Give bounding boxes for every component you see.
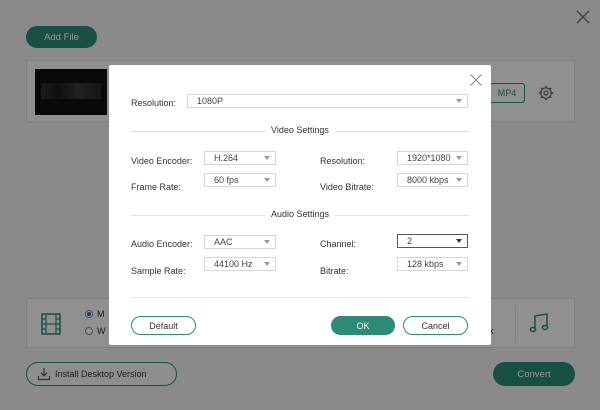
- frame-rate-value: 60 fps: [214, 175, 239, 185]
- audio-encoder-label: Audio Encoder:: [131, 239, 193, 249]
- bitrate-select[interactable]: 128 kbps: [397, 257, 468, 271]
- frame-rate-label: Frame Rate:: [131, 182, 182, 192]
- video-encoder-select[interactable]: H.264: [204, 151, 276, 165]
- dialog-divider: [131, 297, 469, 298]
- default-button[interactable]: Default: [131, 316, 196, 335]
- video-encoder-label: Video Encoder:: [131, 156, 193, 166]
- video-resolution-value: 1920*1080: [407, 153, 451, 163]
- video-encoder-value: H.264: [214, 153, 239, 163]
- chevron-down-icon: [264, 240, 270, 244]
- resolution-value: 1080P: [197, 96, 224, 106]
- chevron-down-icon: [456, 262, 462, 266]
- audio-settings-header: Audio Settings: [131, 209, 469, 221]
- video-resolution-select[interactable]: 1920*1080: [397, 151, 468, 165]
- video-bitrate-label: Video Bitrate:: [320, 182, 374, 192]
- chevron-down-icon: [264, 262, 270, 266]
- resolution-select[interactable]: 1080P: [187, 94, 468, 108]
- close-icon[interactable]: [469, 73, 483, 87]
- bitrate-value: 128 kbps: [407, 259, 444, 269]
- video-settings-title: Video Settings: [265, 125, 335, 135]
- audio-encoder-select[interactable]: AAC: [204, 235, 276, 249]
- video-settings-header: Video Settings: [131, 125, 469, 137]
- frame-rate-select[interactable]: 60 fps: [204, 173, 276, 187]
- settings-dialog: Resolution: 1080P Video Settings Video E…: [109, 65, 491, 345]
- bitrate-label: Bitrate:: [320, 266, 349, 276]
- sample-rate-value: 44100 Hz: [214, 259, 253, 269]
- cancel-button[interactable]: Cancel: [403, 316, 468, 335]
- chevron-down-icon: [456, 239, 462, 243]
- video-bitrate-value: 8000 kbps: [407, 175, 449, 185]
- ok-button[interactable]: OK: [331, 316, 395, 335]
- channel-label: Channel:: [320, 239, 357, 249]
- audio-settings-title: Audio Settings: [264, 209, 336, 219]
- chevron-down-icon: [456, 178, 462, 182]
- sample-rate-label: Sample Rate:: [131, 266, 186, 276]
- channel-value: 2: [407, 236, 413, 246]
- sample-rate-select[interactable]: 44100 Hz: [204, 257, 276, 271]
- chevron-down-icon: [264, 178, 270, 182]
- chevron-down-icon: [264, 156, 270, 160]
- chevron-down-icon: [456, 156, 462, 160]
- chevron-down-icon: [456, 99, 462, 103]
- channel-select[interactable]: 2: [397, 234, 468, 248]
- video-bitrate-select[interactable]: 8000 kbps: [397, 173, 468, 187]
- audio-encoder-value: AAC: [214, 237, 233, 247]
- video-resolution-label: Resolution:: [320, 156, 366, 166]
- resolution-label: Resolution:: [131, 98, 177, 108]
